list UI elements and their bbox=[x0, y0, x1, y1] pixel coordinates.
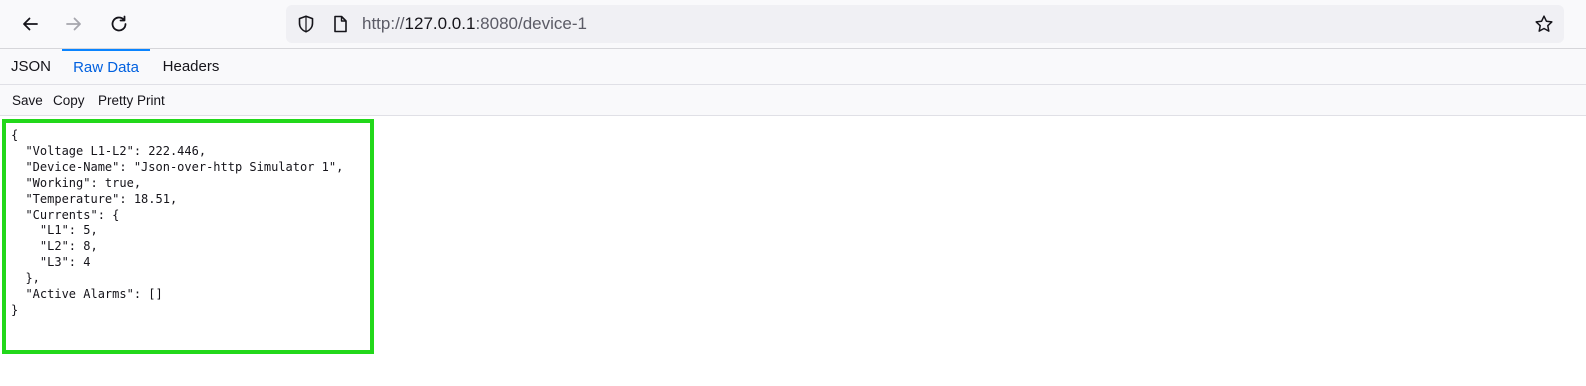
save-button[interactable]: Save bbox=[12, 85, 43, 115]
browser-toolbar: http://127.0.0.1:8080/device-1 bbox=[0, 0, 1586, 49]
pretty-print-button[interactable]: Pretty Print bbox=[98, 85, 165, 115]
tab-json[interactable]: JSON bbox=[0, 49, 62, 84]
tab-headers[interactable]: Headers bbox=[150, 49, 232, 84]
url-text[interactable]: http://127.0.0.1:8080/device-1 bbox=[362, 14, 587, 34]
raw-actions-toolbar: Save Copy Pretty Print bbox=[0, 85, 1586, 116]
page-icon[interactable] bbox=[330, 14, 350, 34]
copy-button[interactable]: Copy bbox=[53, 85, 85, 115]
highlight-box: { "Voltage L1-L2": 222.446, "Device-Name… bbox=[2, 119, 374, 354]
back-button[interactable] bbox=[14, 8, 46, 40]
arrow-left-icon bbox=[23, 17, 38, 31]
reload-icon bbox=[111, 15, 127, 32]
url-host: 127.0.0.1 bbox=[404, 14, 476, 33]
shield-icon[interactable] bbox=[296, 14, 316, 34]
forward-button[interactable] bbox=[58, 8, 90, 40]
url-bar[interactable]: http://127.0.0.1:8080/device-1 bbox=[286, 5, 1564, 43]
star-icon[interactable] bbox=[1534, 14, 1554, 34]
url-protocol: http:// bbox=[362, 14, 405, 33]
arrow-right-icon bbox=[66, 17, 81, 31]
url-path: :8080/device-1 bbox=[475, 14, 587, 33]
reload-button[interactable] bbox=[103, 8, 135, 40]
tab-raw-data[interactable]: Raw Data bbox=[62, 49, 150, 84]
viewer-tabs: JSON Raw Data Headers bbox=[0, 49, 1586, 85]
raw-data-text: { "Voltage L1-L2": 222.446, "Device-Name… bbox=[11, 128, 344, 317]
